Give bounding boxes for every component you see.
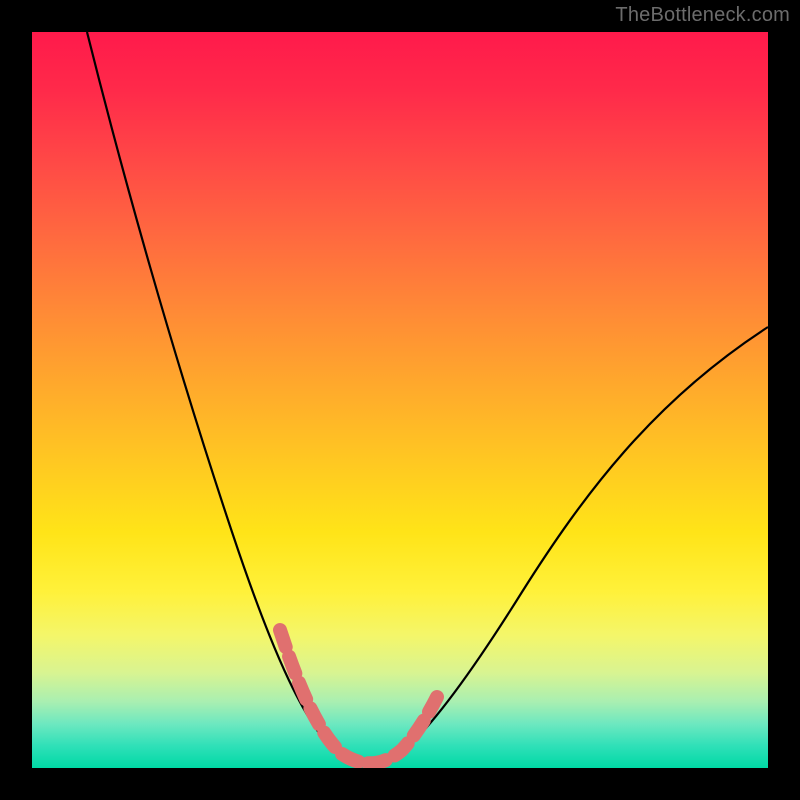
chart-frame: TheBottleneck.com — [0, 0, 800, 800]
highlight-segment — [280, 630, 437, 763]
plot-area — [32, 32, 768, 768]
bottleneck-curve — [87, 32, 768, 764]
watermark-text: TheBottleneck.com — [615, 4, 790, 27]
curve-layer — [32, 32, 768, 768]
